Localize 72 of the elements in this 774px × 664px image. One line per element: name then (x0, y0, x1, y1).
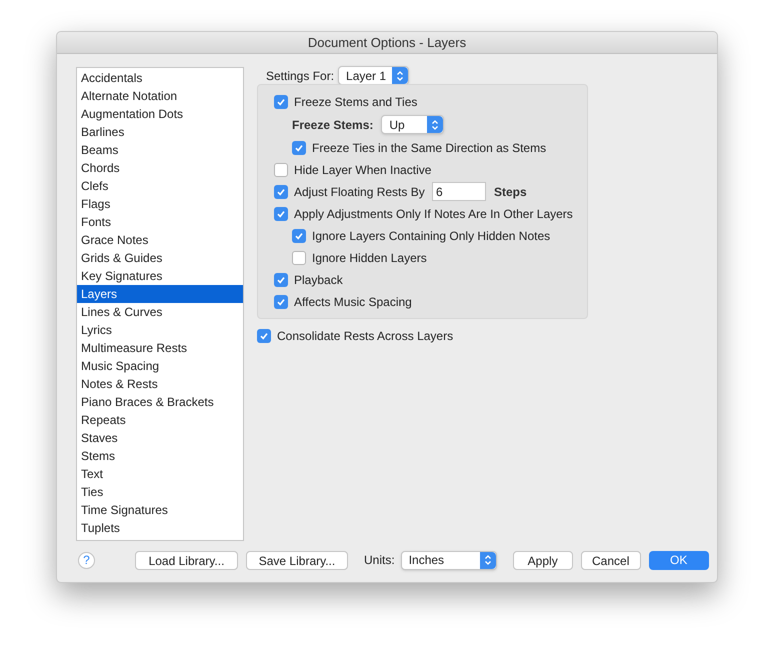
checkmark-icon (276, 208, 286, 219)
option-label: Adjust Floating Rests By (294, 184, 426, 201)
stems-dropdown[interactable]: Up (381, 115, 444, 134)
list-item[interactable]: Stems (77, 446, 243, 465)
option-label: Freeze Ties in the Same Direction as Stems (312, 140, 546, 157)
option-label: Apply Adjustments Only If Notes Are In Other Layers (294, 206, 573, 223)
checkbox[interactable] (292, 250, 306, 265)
checkbox[interactable] (274, 94, 288, 109)
list-item[interactable]: Multimeasure Rests (77, 338, 243, 357)
checkmark-icon (276, 186, 286, 197)
unit-label: Steps (494, 184, 527, 201)
list-item[interactable]: Notes & Rests (77, 374, 243, 393)
option-label: Hide Layer When Inactive (294, 162, 432, 179)
list-item[interactable]: Barlines (77, 122, 243, 141)
checkbox[interactable] (257, 328, 271, 343)
checkbox[interactable] (274, 294, 288, 309)
option-label: Freeze Stems and Ties (294, 94, 418, 111)
checkmark-icon (276, 96, 286, 107)
apply-button[interactable]: Apply (512, 550, 573, 570)
option-label: Playback (294, 272, 343, 289)
list-item[interactable]: Staves (77, 428, 243, 447)
checkmark-icon (276, 296, 286, 307)
list-item[interactable]: Layers (77, 284, 243, 303)
list-item[interactable]: Accidentals (77, 68, 243, 87)
list-item[interactable]: Tuplets (77, 518, 243, 537)
list-item[interactable]: Alternate Notation (77, 86, 243, 105)
checkbox[interactable] (274, 184, 288, 199)
option-label: Consolidate Rests Across Layers (277, 328, 454, 345)
window-title: Document Options - Layers (308, 34, 466, 52)
list-item[interactable]: Augmentation Dots (77, 104, 243, 123)
layer-dropdown[interactable]: Layer 1 (338, 66, 410, 86)
list-item[interactable]: Lyrics (77, 320, 243, 339)
checkbox[interactable] (274, 162, 288, 177)
checkmark-icon (294, 142, 304, 153)
checkbox[interactable] (274, 272, 288, 287)
save-library-button[interactable]: Save Library... (246, 550, 348, 570)
checkbox[interactable] (292, 228, 306, 243)
load-library-button[interactable]: Load Library... (135, 550, 238, 570)
list-item[interactable]: Key Signatures (77, 266, 243, 285)
list-item[interactable]: Beams (77, 140, 243, 159)
list-item[interactable]: Lines & Curves (77, 302, 243, 321)
units-dropdown[interactable]: Inches (400, 550, 497, 570)
stepper-icon (427, 116, 444, 134)
checkbox[interactable] (274, 206, 288, 221)
settings-for-label: Settings For: (266, 68, 334, 85)
list-item[interactable]: Flags (77, 194, 243, 213)
list-item[interactable]: Piano Braces & Brackets (77, 392, 243, 411)
list-item[interactable]: Grace Notes (77, 230, 243, 249)
list-item[interactable]: Clefs (77, 176, 243, 195)
stepper-icon (392, 67, 408, 84)
list-item[interactable]: Repeats (77, 410, 243, 429)
list-item[interactable]: Grids & Guides (77, 248, 243, 267)
option-label: Affects Music Spacing (294, 294, 412, 311)
list-item[interactable]: Chords (77, 158, 243, 177)
checkbox[interactable] (292, 140, 306, 155)
list-item[interactable]: Ties (77, 482, 243, 501)
cancel-button[interactable]: Cancel (580, 550, 641, 570)
list-item[interactable]: Text (77, 464, 243, 483)
checkmark-icon (294, 230, 304, 241)
stepper-icon (480, 552, 496, 569)
checkmark-icon (259, 330, 269, 341)
option-label: Freeze Stems: (292, 116, 374, 134)
option-label: Ignore Layers Containing Only Hidden Notes (312, 228, 550, 245)
units-label: Units: (364, 552, 395, 570)
help-button[interactable]: ? (78, 552, 95, 569)
list-item[interactable]: Music Spacing (77, 356, 243, 375)
list-item[interactable]: Time Signatures (77, 500, 243, 519)
option-label: Ignore Hidden Layers (312, 250, 427, 267)
checkmark-icon (276, 274, 286, 285)
ok-button[interactable]: OK (648, 550, 709, 570)
list-item[interactable]: Fonts (77, 212, 243, 231)
number-field[interactable]: 6 (432, 182, 486, 202)
